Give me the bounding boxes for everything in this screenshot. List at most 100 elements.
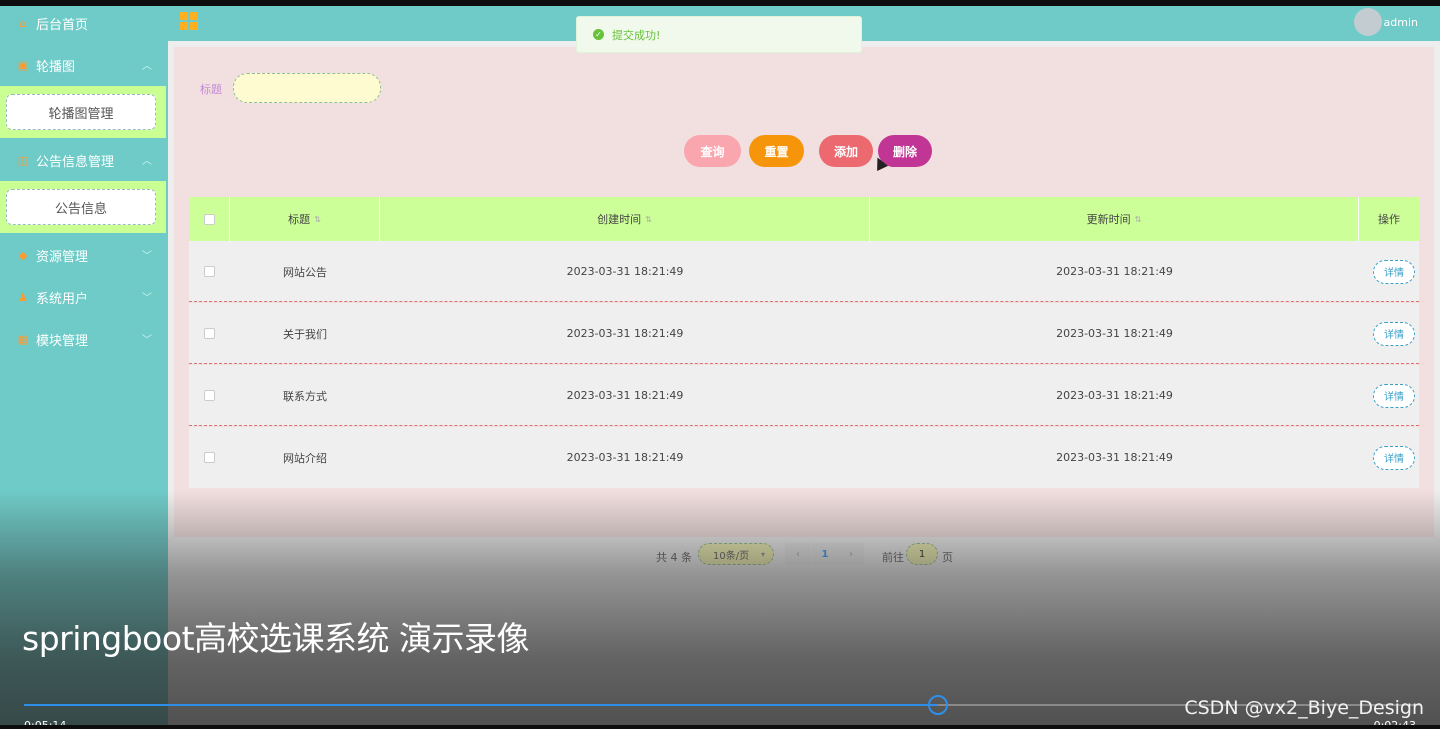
- row-checkbox[interactable]: [204, 328, 215, 339]
- row-checkbox-cell: [189, 241, 230, 302]
- cell-created: 2023-03-31 18:21:49: [566, 265, 684, 278]
- cell-actions: 详情: [1369, 241, 1419, 302]
- row-checkbox-cell: [189, 303, 230, 364]
- chevron-down-icon: ﹀: [142, 293, 152, 304]
- add-button[interactable]: 添加: [819, 135, 873, 167]
- cell-title: 网站公告: [283, 265, 327, 279]
- sidebar-item-label: 后台首页: [36, 17, 89, 33]
- table-header: 标题 ⇅ 创建时间 ⇅ 更新时间 ⇅ 操作: [189, 197, 1419, 241]
- sidebar-item-home[interactable]: ⌂ 后台首页: [0, 6, 168, 40]
- pagination-total: 共 4 条: [656, 551, 692, 564]
- cell-actions: 详情: [1369, 365, 1419, 426]
- page-size-value: 10条/页: [713, 550, 750, 562]
- avatar[interactable]: [1354, 8, 1382, 36]
- cell-actions: 详情: [1369, 427, 1419, 488]
- table-row: 网站公告 2023-03-31 18:21:49 2023-03-31 18:2…: [189, 241, 1419, 302]
- chevron-up-icon: ︿: [142, 61, 152, 72]
- reset-button[interactable]: 重置: [749, 135, 804, 167]
- user-icon: ♟: [18, 290, 28, 304]
- query-button[interactable]: 查询: [684, 135, 741, 167]
- column-header-actions: 操作: [1359, 197, 1419, 241]
- content-panel: 标题 查询 重置 添加 删除 标题 ⇅ 创建时间 ⇅ 更新时间 ⇅ 操作 网站公…: [174, 47, 1434, 537]
- main-content: 标题 查询 重置 添加 删除 标题 ⇅ 创建时间 ⇅ 更新时间 ⇅ 操作 网站公…: [168, 41, 1440, 641]
- row-checkbox-cell: [189, 365, 230, 426]
- video-title: springboot高校选课系统 演示录像: [22, 619, 530, 658]
- table-row: 关于我们 2023-03-31 18:21:49 2023-03-31 18:2…: [189, 303, 1419, 364]
- sidebar-item-carousel[interactable]: ▣ 轮播图 ︿: [0, 48, 168, 82]
- sidebar-item-resource[interactable]: ◆ 资源管理 ﹀: [0, 238, 168, 272]
- cell-updated: 2023-03-31 18:21:49: [1056, 327, 1173, 340]
- column-header-label: 操作: [1378, 213, 1400, 226]
- cell-created: 2023-03-31 18:21:49: [566, 327, 684, 340]
- cell-title: 关于我们: [283, 327, 327, 341]
- sidebar-item-label: 系统用户: [36, 291, 89, 307]
- check-circle-icon: ✓: [593, 29, 604, 40]
- image-icon: ▣: [17, 58, 29, 72]
- select-all-checkbox[interactable]: [203, 213, 215, 225]
- sidebar-subitem-carousel-manage[interactable]: 轮播图管理: [6, 94, 156, 130]
- sidebar-submenu-notice: 公告信息: [0, 181, 166, 233]
- column-header-label: 标题: [288, 213, 311, 226]
- detail-button[interactable]: 详情: [1373, 321, 1415, 346]
- sidebar-item-label: 公告信息管理: [36, 154, 115, 170]
- resource-icon: ◆: [18, 248, 28, 262]
- row-checkbox[interactable]: [204, 452, 215, 463]
- module-icon: ▦: [17, 332, 29, 346]
- row-checkbox-cell: [189, 427, 230, 488]
- column-header-created[interactable]: 创建时间 ⇅: [380, 197, 870, 241]
- cell-title: 网站介绍: [283, 451, 327, 465]
- cell-title: 联系方式: [283, 389, 327, 403]
- page-size-select[interactable]: 10条/页 ▾: [698, 543, 774, 565]
- video-progress-fill: [24, 704, 938, 706]
- screen: ⌂ 后台首页 ▣ 轮播图 ︿ 轮播图管理 ◫ 公告信息管理 ︿ 公告信息 ◆ 资…: [0, 0, 1440, 729]
- chevron-up-icon: ︿: [142, 156, 152, 167]
- username[interactable]: admin: [1384, 16, 1418, 29]
- column-header-title[interactable]: 标题 ⇅: [230, 197, 380, 241]
- chevron-down-icon: ﹀: [142, 251, 152, 262]
- pagination: 共 4 条 10条/页 ▾ ‹ 1 › 前往 1 页: [168, 543, 1440, 573]
- cell-actions: 详情: [1369, 303, 1419, 364]
- notice-icon: ◫: [17, 153, 29, 167]
- video-progress-handle[interactable]: [928, 695, 948, 715]
- sort-icon[interactable]: ⇅: [1135, 215, 1142, 224]
- sidebar-item-notice-manage[interactable]: ◫ 公告信息管理 ︿: [0, 143, 168, 177]
- prev-page-button[interactable]: ‹: [785, 543, 811, 565]
- sort-icon[interactable]: ⇅: [645, 215, 652, 224]
- search-input[interactable]: [233, 73, 381, 103]
- success-toast: ✓ 提交成功!: [576, 16, 862, 53]
- cell-updated: 2023-03-31 18:21:49: [1056, 389, 1173, 402]
- page-suffix: 页: [942, 551, 953, 564]
- cell-created: 2023-03-31 18:21:49: [566, 451, 684, 464]
- goto-label: 前往: [882, 551, 904, 564]
- column-header-label: 创建时间: [597, 213, 642, 226]
- detail-button[interactable]: 详情: [1373, 383, 1415, 408]
- cell-updated: 2023-03-31 18:21:49: [1056, 451, 1173, 464]
- toast-message: 提交成功!: [612, 28, 661, 42]
- sidebar-item-modules[interactable]: ▦ 模块管理 ﹀: [0, 322, 168, 356]
- detail-button[interactable]: 详情: [1373, 445, 1415, 470]
- chevron-down-icon: ▾: [760, 549, 765, 559]
- menu-toggle-icon[interactable]: [180, 12, 198, 30]
- sidebar-item-label: 模块管理: [36, 333, 89, 349]
- table-row: 联系方式 2023-03-31 18:21:49 2023-03-31 18:2…: [189, 365, 1419, 426]
- watermark: CSDN @vx2_Biye_Design: [1184, 697, 1424, 719]
- cell-updated: 2023-03-31 18:21:49: [1056, 265, 1173, 278]
- sidebar-submenu-carousel: 轮播图管理: [0, 86, 166, 138]
- detail-button[interactable]: 详情: [1373, 259, 1415, 284]
- sidebar-item-label: 资源管理: [36, 249, 89, 265]
- sidebar-item-users[interactable]: ♟ 系统用户 ﹀: [0, 280, 168, 314]
- page-number-current[interactable]: 1: [812, 543, 838, 565]
- goto-page-input[interactable]: 1: [906, 543, 938, 565]
- row-checkbox[interactable]: [204, 390, 215, 401]
- chevron-down-icon: ﹀: [142, 335, 152, 346]
- search-label: 标题: [200, 83, 222, 96]
- table-row: 网站介绍 2023-03-31 18:21:49 2023-03-31 18:2…: [189, 427, 1419, 488]
- letterbox-bottom: [0, 725, 1440, 729]
- next-page-button[interactable]: ›: [838, 543, 864, 565]
- sort-icon[interactable]: ⇅: [314, 215, 321, 224]
- row-checkbox[interactable]: [204, 266, 215, 277]
- home-icon: ⌂: [19, 16, 27, 30]
- select-all-checkbox-cell: [189, 197, 230, 241]
- sidebar-subitem-notice-info[interactable]: 公告信息: [6, 189, 156, 225]
- column-header-updated[interactable]: 更新时间 ⇅: [870, 197, 1359, 241]
